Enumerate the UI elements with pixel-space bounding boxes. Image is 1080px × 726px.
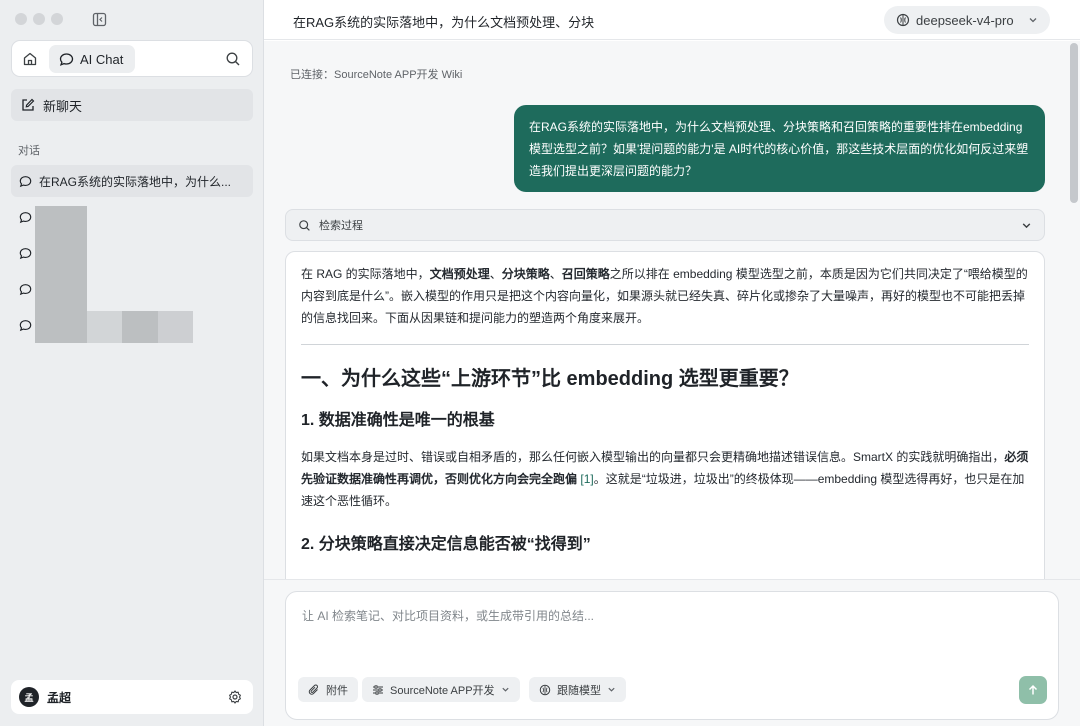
redacted-block [122, 311, 158, 343]
user-profile[interactable]: 孟 孟超 [11, 680, 253, 714]
arrow-up-icon [1027, 684, 1039, 696]
new-chat-button[interactable]: 新聊天 [11, 89, 253, 121]
chat-bubble-icon [19, 283, 32, 296]
tab-ai-chat-label: AI Chat [80, 51, 124, 67]
answer-paragraph: 如果文档本身是过时、错误或自相矛盾的，那么任何嵌入模型输出的向量都只会更精确地描… [301, 450, 1029, 508]
model-name: deepseek-v4-pro [916, 12, 1014, 28]
citation-link[interactable]: [1] [580, 472, 593, 486]
conversations-heading: 对话 [18, 145, 40, 157]
close-window-button[interactable] [15, 13, 27, 25]
chat-bubble-icon [59, 52, 74, 67]
sidebar-toggle-icon[interactable] [92, 12, 107, 27]
redacted-block [158, 311, 193, 343]
page-title: 在RAG系统的实际落地中，为什么文档预处理、分块 [293, 15, 595, 30]
send-button[interactable] [1019, 676, 1047, 704]
redacted-block [87, 311, 122, 343]
search-icon [298, 219, 311, 232]
answer-heading: 一、为什么这些“上游环节”比 embedding 选型更重要？ [301, 368, 799, 390]
header: 在RAG系统的实际落地中，为什么文档预处理、分块 deepseek-v4-pro [264, 0, 1080, 40]
sidebar: AI Chat 新聊天 对话 在RAG系统的实际落地中，为什么... 孟 孟超 [0, 0, 264, 726]
window-controls [15, 13, 63, 25]
tab-ai-chat[interactable]: AI Chat [49, 45, 135, 73]
chat-bubble-icon [19, 319, 32, 332]
maximize-window-button[interactable] [51, 13, 63, 25]
home-icon[interactable] [22, 51, 38, 67]
user-message: 在RAG系统的实际落地中，为什么文档预处理、分块策略和召回策略的重要性排在emb… [514, 105, 1045, 192]
chat-bubble-icon [19, 175, 32, 188]
paperclip-icon [308, 683, 320, 696]
chevron-down-icon [1021, 220, 1032, 231]
chat-bubble-icon [19, 211, 32, 224]
search-icon[interactable] [225, 51, 241, 67]
connection-status: 已连接：SourceNote APP开发 Wiki [290, 69, 463, 81]
chevron-down-icon [607, 685, 616, 694]
edit-icon [21, 98, 35, 112]
answer-subheading: 2. 分块策略直接决定信息能否被“找得到” [301, 536, 591, 553]
model-selector[interactable]: deepseek-v4-pro [884, 6, 1050, 34]
conversation-title: 在RAG系统的实际落地中，为什么... [39, 174, 232, 189]
attach-label: 附件 [326, 684, 348, 697]
answer-subheading: 1. 数据准确性是唯一的根基 [301, 412, 495, 429]
chevron-down-icon [1028, 15, 1038, 25]
project-selector[interactable]: SourceNote APP开发 [362, 677, 520, 702]
brain-icon [896, 13, 910, 27]
sidebar-nav: AI Chat [11, 40, 253, 77]
main-panel: 在RAG系统的实际落地中，为什么文档预处理、分块 deepseek-v4-pro… [264, 0, 1080, 726]
avatar: 孟 [19, 687, 39, 707]
message-composer[interactable]: 让 AI 检索笔记、对比项目资料，或生成带引用的总结... 附件 SourceN… [285, 591, 1059, 720]
chevron-down-icon [501, 685, 510, 694]
project-label: SourceNote APP开发 [390, 684, 495, 697]
composer-area: 让 AI 检索笔记、对比项目资料，或生成带引用的总结... 附件 SourceN… [264, 579, 1080, 726]
conversation-item-active[interactable]: 在RAG系统的实际落地中，为什么... [11, 165, 253, 197]
model-follow-selector[interactable]: 跟随模型 [529, 677, 626, 702]
brain-icon [539, 684, 551, 696]
redacted-block [35, 206, 87, 343]
model-follow-label: 跟随模型 [557, 684, 601, 697]
new-chat-label: 新聊天 [43, 98, 83, 114]
chat-content: 已连接：SourceNote APP开发 Wiki 在RAG系统的实际落地中，为… [264, 41, 1080, 579]
divider [301, 344, 1029, 345]
chat-bubble-icon [19, 247, 32, 260]
user-name: 孟超 [47, 690, 72, 705]
scrollbar[interactable] [1070, 43, 1078, 203]
retrieval-process-toggle[interactable]: 检索过程 [285, 209, 1045, 241]
gear-icon[interactable] [228, 690, 242, 704]
answer-intro: 在 RAG 的实际落地中，文档预处理、分块策略、召回策略之所以排在 embedd… [301, 267, 1028, 325]
attach-button[interactable]: 附件 [298, 677, 358, 702]
assistant-answer: 在 RAG 的实际落地中，文档预处理、分块策略、召回策略之所以排在 embedd… [285, 251, 1045, 579]
sliders-icon [372, 684, 384, 696]
minimize-window-button[interactable] [33, 13, 45, 25]
message-input[interactable]: 让 AI 检索笔记、对比项目资料，或生成带引用的总结... [302, 607, 594, 624]
retrieval-label: 检索过程 [319, 220, 363, 232]
